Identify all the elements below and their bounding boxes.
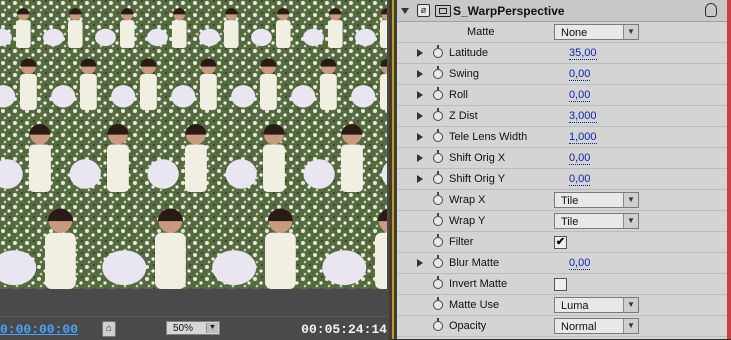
stopwatch-icon[interactable] <box>433 87 443 100</box>
panel-edge <box>727 0 731 339</box>
snap-icon[interactable]: ⌂ <box>102 321 116 337</box>
matte-select-value: None <box>561 27 588 39</box>
current-timecode[interactable]: 0:00:00:00 <box>0 322 78 337</box>
chevron-down-icon: ▼ <box>623 193 638 207</box>
param-value[interactable]: 0,00 <box>569 68 591 81</box>
expand-triangle-icon[interactable] <box>417 133 423 141</box>
expand-triangle-icon[interactable] <box>417 49 423 57</box>
param-label: Filter <box>449 236 474 248</box>
stopwatch-icon[interactable] <box>433 108 443 121</box>
chevron-down-icon: ▼ <box>623 25 638 39</box>
stopwatch-icon[interactable] <box>433 66 443 79</box>
stopwatch-icon[interactable] <box>433 213 443 226</box>
param-value[interactable]: 0,00 <box>569 257 591 270</box>
param-label: Roll <box>449 89 468 101</box>
expand-triangle-icon[interactable] <box>417 154 423 162</box>
stopwatch-icon[interactable] <box>433 129 443 142</box>
stopwatch-icon[interactable] <box>433 276 443 289</box>
panel-divider[interactable] <box>389 0 397 339</box>
param-select-value: Luma <box>561 300 589 312</box>
param-row: Swing 0,00 <box>397 64 727 85</box>
param-row: Wrap X Tile ▼ <box>397 190 727 211</box>
effect-motion-icon <box>435 5 451 17</box>
param-label: Tele Lens Width <box>449 131 528 143</box>
param-row: Matte Use Luma ▼ <box>397 295 727 316</box>
param-select[interactable]: Normal ▼ <box>554 318 639 334</box>
param-row: Wrap Y Tile ▼ <box>397 211 727 232</box>
effect-header[interactable]: ø S_WarpPerspective <box>397 0 727 22</box>
stopwatch-icon[interactable] <box>433 150 443 163</box>
param-row: Shift Orig Y 0,00 <box>397 169 727 190</box>
fx-toggle-icon[interactable]: ø <box>417 4 430 17</box>
param-value[interactable]: 1,000 <box>569 131 597 144</box>
param-select[interactable]: Tile ▼ <box>554 213 639 229</box>
zoom-level-value: 50% <box>173 323 194 334</box>
param-value[interactable]: 0,00 <box>569 89 591 102</box>
collapse-triangle-icon[interactable] <box>401 8 409 14</box>
param-row: Invert Matte <box>397 274 727 295</box>
param-value[interactable]: 3,000 <box>569 110 597 123</box>
duration-timecode: 00:05:24:14 <box>301 322 387 337</box>
monitor-control-bar: 0:00:00:00 ⌂ 50% ▼ 00:05:24:14 <box>0 316 389 340</box>
zoom-level-select[interactable]: 50% ▼ <box>166 321 220 335</box>
param-label: Wrap X <box>449 194 486 206</box>
param-row: Roll 0,00 <box>397 85 727 106</box>
stopwatch-icon[interactable] <box>433 192 443 205</box>
param-label: Shift Orig X <box>449 152 506 164</box>
stopwatch-icon[interactable] <box>433 45 443 58</box>
param-row: Z Dist 3,000 <box>397 106 727 127</box>
param-row: Filter ✔ <box>397 232 727 253</box>
param-row: Latitude 35,00 <box>397 43 727 64</box>
program-monitor: 0:00:00:00 ⌂ 50% ▼ 00:05:24:14 <box>0 0 389 340</box>
param-label: Latitude <box>449 47 489 59</box>
video-preview <box>0 0 387 289</box>
reset-icon[interactable] <box>705 3 717 17</box>
param-label: Matte Use <box>449 299 500 311</box>
param-row: Opacity Normal ▼ <box>397 316 727 337</box>
param-label: Shift Orig Y <box>449 173 506 185</box>
expand-triangle-icon[interactable] <box>417 112 423 120</box>
stopwatch-icon[interactable] <box>433 297 443 310</box>
matte-select[interactable]: None ▼ <box>554 24 639 40</box>
stopwatch-icon[interactable] <box>433 171 443 184</box>
param-select-value: Tile <box>561 216 579 228</box>
chevron-down-icon: ▼ <box>623 214 638 228</box>
expand-triangle-icon[interactable] <box>417 70 423 78</box>
param-select-value: Tile <box>561 195 579 207</box>
effect-title: S_WarpPerspective <box>453 4 565 18</box>
param-checkbox[interactable] <box>554 278 567 291</box>
chevron-down-icon: ▼ <box>623 319 638 333</box>
effect-controls-panel: ø S_WarpPerspective Matte None ▼ Latitud… <box>397 0 727 339</box>
param-label: Opacity <box>449 320 487 332</box>
chevron-down-icon: ▼ <box>206 323 218 333</box>
expand-triangle-icon[interactable] <box>417 91 423 99</box>
chevron-down-icon: ▼ <box>623 298 638 312</box>
param-select[interactable]: Luma ▼ <box>554 297 639 313</box>
param-label: Wrap Y <box>449 215 486 227</box>
param-label: Matte <box>467 26 495 38</box>
param-label: Invert Matte <box>449 278 508 290</box>
stopwatch-icon[interactable] <box>433 255 443 268</box>
param-checkbox[interactable]: ✔ <box>554 236 567 249</box>
stopwatch-icon[interactable] <box>433 234 443 247</box>
param-value[interactable]: 35,00 <box>569 47 597 60</box>
param-row: Tele Lens Width 1,000 <box>397 127 727 148</box>
param-row-matte: Matte None ▼ <box>397 22 727 43</box>
param-row: Shift Orig X 0,00 <box>397 148 727 169</box>
param-select[interactable]: Tile ▼ <box>554 192 639 208</box>
param-label: Z Dist <box>449 110 478 122</box>
param-label: Swing <box>449 68 479 80</box>
param-select-value: Normal <box>561 321 597 333</box>
param-label: Blur Matte <box>449 257 500 269</box>
stopwatch-icon[interactable] <box>433 318 443 331</box>
param-value[interactable]: 0,00 <box>569 152 591 165</box>
warped-video-frame <box>0 0 387 289</box>
expand-triangle-icon[interactable] <box>417 175 423 183</box>
param-row: Blur Matte 0,00 <box>397 253 727 274</box>
expand-triangle-icon[interactable] <box>417 259 423 267</box>
param-value[interactable]: 0,00 <box>569 173 591 186</box>
